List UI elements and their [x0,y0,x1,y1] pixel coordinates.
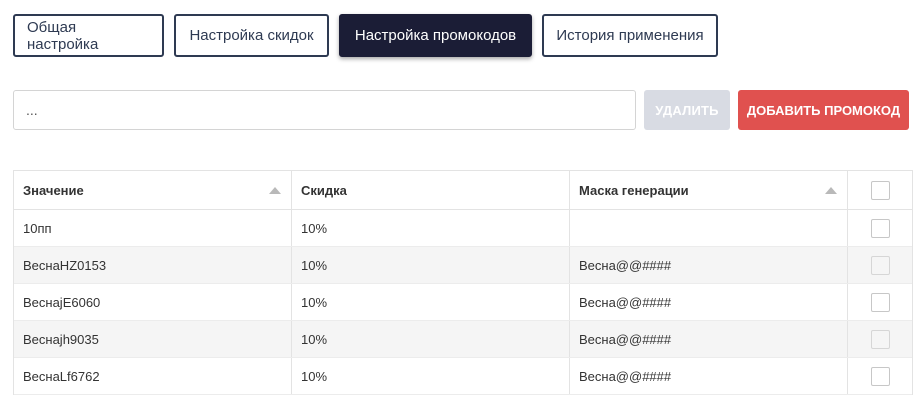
row-checkbox[interactable] [870,218,890,238]
add-promocode-button[interactable]: ДОБАВИТЬ ПРОМОКОД [738,90,909,130]
row-checkbox[interactable] [870,329,890,349]
row-checkbox[interactable] [870,292,890,312]
cell-discount: 10% [292,284,570,320]
table-row[interactable]: ВеснаHZ0153 10% Весна@@#### [14,247,912,284]
table-row[interactable]: Веснаjh9035 10% Весна@@#### [14,321,912,358]
cell-mask: Весна@@#### [570,284,848,320]
column-header-label: Скидка [301,182,347,198]
column-header-label: Маска генерации [579,182,689,198]
tab-promocode-settings[interactable]: Настройка промокодов [339,14,532,57]
cell-discount: 10% [292,247,570,283]
cell-select [848,247,912,283]
cell-select [848,284,912,320]
cell-value: ВеснаjE6060 [14,284,292,320]
cell-mask: Весна@@#### [570,247,848,283]
cell-value: ВеснаLf6762 [14,358,292,394]
cell-value: ВеснаHZ0153 [14,247,292,283]
promocodes-table: Значение Скидка Маска генерации 10пп 10%… [13,170,913,395]
column-header-discount[interactable]: Скидка [292,171,570,209]
cell-select [848,321,912,357]
cell-discount: 10% [292,321,570,357]
table-header: Значение Скидка Маска генерации [14,171,912,210]
cell-discount: 10% [292,358,570,394]
tab-discount-settings[interactable]: Настройка скидок [174,14,329,57]
table-row[interactable]: 10пп 10% [14,210,912,247]
tab-general-settings[interactable]: Общая настройка [13,14,164,57]
cell-select [848,210,912,246]
select-all-checkbox[interactable] [870,180,890,200]
sort-asc-icon[interactable] [825,187,837,194]
tabs-bar: Общая настройка Настройка скидок Настрой… [13,14,718,57]
cell-mask: Весна@@#### [570,358,848,394]
cell-mask: Весна@@#### [570,321,848,357]
cell-discount: 10% [292,210,570,246]
table-row[interactable]: ВеснаjE6060 10% Весна@@#### [14,284,912,321]
cell-select [848,358,912,394]
cell-mask [570,210,848,246]
cell-value: 10пп [14,210,292,246]
column-header-value[interactable]: Значение [14,171,292,209]
cell-value: Веснаjh9035 [14,321,292,357]
sort-asc-icon[interactable] [269,187,281,194]
column-header-mask[interactable]: Маска генерации [570,171,848,209]
select-all-cell [848,171,912,209]
row-checkbox[interactable] [870,255,890,275]
row-checkbox[interactable] [870,366,890,386]
tab-usage-history[interactable]: История применения [542,14,718,57]
table-row[interactable]: ВеснаLf6762 10% Весна@@#### [14,358,912,395]
search-input[interactable] [13,90,636,130]
column-header-label: Значение [23,182,84,198]
delete-button[interactable]: УДАЛИТЬ [644,90,730,130]
